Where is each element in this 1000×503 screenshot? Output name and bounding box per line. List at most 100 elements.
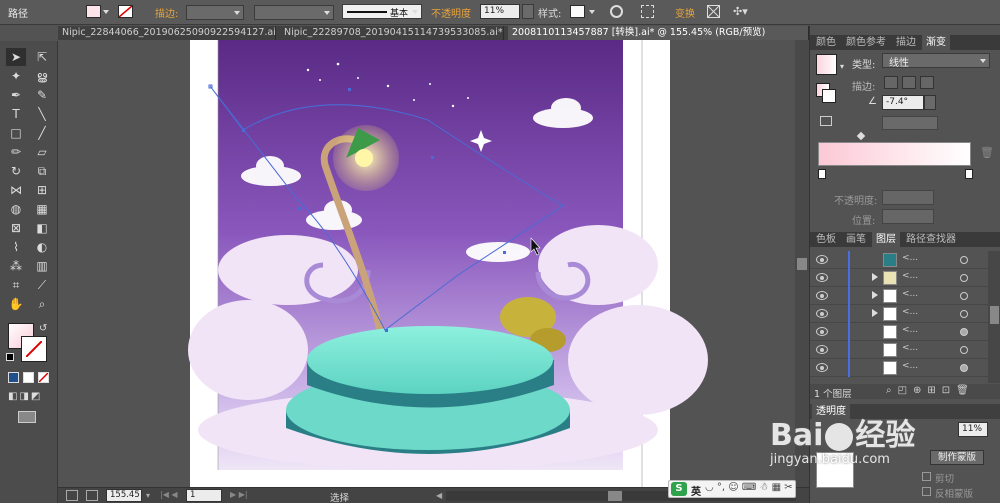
gradient-type-dropdown[interactable]: 线性 [882,53,990,69]
tab-stroke[interactable]: 描边 [892,35,920,50]
scroll-left-icon[interactable]: ◀ [436,491,442,500]
opacity-label[interactable]: 不透明度 [431,5,471,20]
perspective-grid-icon[interactable]: ▦ [32,200,52,218]
canvas-area[interactable] [58,40,795,487]
draw-mode-icons[interactable]: ◧◨◩ [8,391,48,403]
tab-swatches[interactable]: 色板 [812,232,840,247]
scroll-thumb[interactable] [797,258,807,270]
gradient-tool-icon[interactable]: ◧ [32,219,52,237]
stroke-weight-field[interactable] [186,5,244,20]
type-tool-icon[interactable]: T [6,105,26,123]
tab-brushes[interactable]: 画笔 [842,232,870,247]
column-graph-icon[interactable]: ▥ [32,257,52,275]
paintbrush-tool-icon[interactable]: ╱ [32,124,52,142]
angle-dropdown-button[interactable] [924,95,936,110]
opacity-field[interactable]: 11% [480,4,520,19]
doc-tab-1[interactable]: Nipic_22844066_20190625090922594127.ai* [58,26,276,40]
visibility-eye-icon[interactable] [816,291,828,300]
gradient-mode-icon[interactable] [23,372,34,383]
magic-wand-icon[interactable]: ✦ [6,67,26,85]
opacity-dropdown-button[interactable] [522,4,534,19]
layers-footer-icons[interactable]: ⌕◰⊕⊞⊡🗑 [886,385,975,396]
layer-name[interactable]: <... [902,361,918,371]
stroke-color-swatch[interactable] [118,5,133,18]
gradient-stop-right[interactable] [965,169,973,179]
fill-color-swatch[interactable] [86,5,101,18]
gradient-stop-left[interactable] [818,169,826,179]
variable-width-dropdown[interactable] [254,5,334,20]
tab-pathfinder[interactable]: 路径查找器 [902,232,960,247]
layer-row[interactable]: <... [810,251,988,269]
zoom-tool-icon[interactable]: ⌕ [32,295,52,313]
pen-tool-icon[interactable]: ✒ [6,86,26,104]
graphic-style-swatch[interactable] [570,5,585,18]
expand-arrow-icon[interactable] [872,291,878,299]
stop-opacity-field[interactable] [882,190,934,205]
tab-color[interactable]: 颜色 [812,35,840,50]
doc-tab-2[interactable]: Nipic_22289708_20190415114739533085.ai* [280,26,504,40]
tab-gradient[interactable]: 渐变 [922,35,950,50]
tab-color-guide[interactable]: 颜色参考 [842,35,890,50]
brush-definition-dropdown[interactable]: 基本 [342,4,422,19]
ime-toolbar[interactable]: S 英 ◡ °, ☺ ⌨ ☃ ▦ ✂ [668,480,796,498]
export-icon[interactable] [86,490,98,501]
none-mode-icon[interactable] [38,372,49,383]
default-colors-icon[interactable] [6,353,14,361]
target-icon[interactable] [960,256,968,264]
stroke-option-1[interactable] [884,76,898,89]
h-scroll-thumb[interactable] [608,491,622,501]
transparency-opacity-field[interactable]: 11% [958,422,988,437]
gradient-preview-swatch[interactable] [816,54,837,75]
layer-name[interactable]: <... [902,253,918,263]
fill-dropdown-icon[interactable] [103,10,109,14]
layer-row[interactable]: <... [810,305,988,323]
layer-row[interactable]: <... [810,269,988,287]
stroke-option-2[interactable] [902,76,916,89]
eraser-tool-icon[interactable]: ▱ [32,143,52,161]
make-mask-button[interactable]: 制作蒙版 [930,450,984,465]
layer-row[interactable]: <... [810,323,988,341]
scale-tool-icon[interactable]: ⧉ [32,162,52,180]
page-field[interactable]: 1 [186,489,222,502]
pencil-tool-icon[interactable]: ✏ [6,143,26,161]
slice-tool-icon[interactable]: ⟋ [32,276,52,294]
target-icon[interactable] [960,292,968,300]
visibility-eye-icon[interactable] [816,345,828,354]
ime-status-icons[interactable]: ◡ °, ☺ ⌨ ☃ ▦ ✂ [705,482,793,493]
artboard-nav-icon[interactable] [66,490,78,501]
swap-colors-icon[interactable]: ↺ [39,323,47,334]
expand-arrow-icon[interactable] [872,273,878,281]
first-page-icon[interactable]: |◀ ◀ [160,490,178,499]
transform-link[interactable]: 变换 [675,5,695,20]
direct-selection-tool-icon[interactable]: ⇱ [32,48,52,66]
delete-stop-icon[interactable]: 🗑 [980,146,994,159]
shape-builder-icon[interactable]: ◍ [6,200,26,218]
doc-tab-active[interactable]: 20081101134578​87 [转换].ai* @ 155.45% (RG… [508,26,809,40]
layer-name[interactable]: <... [902,325,918,335]
rotate-tool-icon[interactable]: ↻ [6,162,26,180]
zoom-dropdown-icon[interactable]: ▾ [146,491,150,500]
layer-name[interactable]: <... [902,343,918,353]
clip-checkbox[interactable] [922,472,931,481]
gradient-slider[interactable] [818,142,971,166]
next-page-icon[interactable]: ▶ ▶| [230,490,248,499]
layer-row[interactable]: <... [810,287,988,305]
expand-arrow-icon[interactable] [872,309,878,317]
color-mode-icon[interactable] [8,372,19,383]
stroke-mini-swatch[interactable] [822,89,836,103]
target-icon[interactable] [960,346,968,354]
gradient-preset-dropdown-icon[interactable]: ▾ [840,62,844,71]
target-icon[interactable] [960,310,968,318]
artboard-tool-icon[interactable]: ⌗ [6,276,26,294]
curvature-tool-icon[interactable]: ✎ [32,86,52,104]
target-icon[interactable] [960,328,968,336]
stop-position-field[interactable] [882,209,934,224]
layer-name[interactable]: <... [902,307,918,317]
layer-row[interactable]: <... [810,359,988,377]
ime-language[interactable]: 英 [691,483,701,498]
blend-tool-icon[interactable]: ◐ [32,238,52,256]
aspect-ratio-field[interactable] [882,116,938,130]
visibility-eye-icon[interactable] [816,255,828,264]
visibility-eye-icon[interactable] [816,273,828,282]
reverse-gradient-icon[interactable] [820,116,832,126]
